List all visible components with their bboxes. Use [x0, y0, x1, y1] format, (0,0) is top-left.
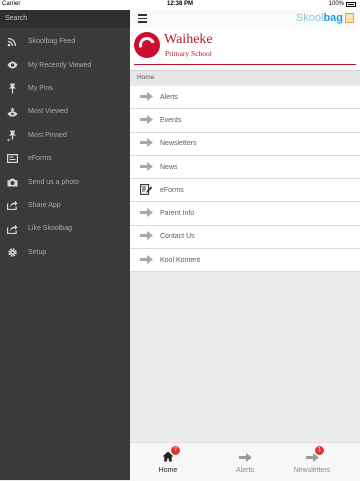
- menu-item-label: Parent Info: [160, 210, 195, 218]
- home-menu-list: Alerts Events Newsletters News eForms Pa…: [130, 86, 360, 273]
- menu-item-label: eForms: [160, 186, 184, 194]
- arrow-right-icon: [140, 231, 154, 242]
- clock: 12:38 PM: [166, 1, 193, 7]
- tab-label: Alerts: [236, 467, 254, 474]
- arrow-right-icon: [140, 161, 154, 173]
- like-icon: [6, 223, 18, 235]
- arrow-right-icon: [140, 91, 154, 103]
- sidebar-item-label: Most Pinned: [28, 131, 67, 139]
- home-icon: [130, 451, 206, 465]
- sidebar-item-setup[interactable]: Setup: [0, 241, 130, 264]
- menu-item-eforms[interactable]: eForms: [130, 179, 360, 203]
- top-bar: Skool bag: [130, 10, 360, 29]
- menu-item-contact-us[interactable]: Contact Us: [130, 225, 360, 250]
- menu-item-label: News: [160, 163, 178, 171]
- tab-newsletters[interactable]: Newsletters 1: [274, 443, 350, 481]
- form-icon: [6, 153, 18, 165]
- eye-star-icon: [6, 106, 18, 118]
- arrow-right-icon: [207, 451, 283, 465]
- sidebar-item-label: Setup: [28, 248, 47, 256]
- sidebar-item-share-app[interactable]: Share App: [0, 194, 130, 217]
- sidebar-item-label: Send us a photo: [28, 178, 79, 186]
- status-bar: Carrier 12:38 PM 100%: [0, 0, 360, 10]
- sidebar-item-send-photo[interactable]: Send us a photo: [0, 170, 130, 193]
- school-banner: Waiheke Primary School: [130, 28, 360, 70]
- menu-item-label: Newsletters: [160, 140, 197, 148]
- sidebar: Search Skoolbag Feed My Recently Viewed …: [0, 10, 130, 480]
- bag-icon: [345, 13, 354, 23]
- eye-icon: [6, 59, 18, 71]
- brand-suffix: bag: [323, 12, 343, 24]
- menu-item-label: Alerts: [160, 93, 178, 101]
- arrow-right-icon: [140, 114, 154, 126]
- sidebar-item-label: Most Viewed: [28, 108, 68, 116]
- skoolbag-logo: Skool bag: [296, 12, 354, 24]
- hamburger-menu-icon[interactable]: [138, 14, 147, 23]
- school-subtitle: Primary School: [165, 49, 212, 58]
- menu-item-newsletters[interactable]: Newsletters: [130, 132, 360, 156]
- sidebar-item-most-pinned[interactable]: Most Pinned: [0, 124, 130, 147]
- menu-item-events[interactable]: Events: [130, 109, 360, 133]
- pin-star-icon: [6, 129, 18, 141]
- sidebar-item-label: Skoolbag Feed: [28, 38, 76, 46]
- notification-badge: 1: [315, 446, 324, 455]
- arrow-right-icon: [140, 138, 154, 149]
- tab-label: Home: [158, 467, 178, 474]
- battery-percent: 100%: [328, 1, 344, 7]
- pin-icon: [6, 82, 18, 94]
- battery-indicator: 100%: [329, 1, 356, 7]
- sidebar-item-skoolbag-feed[interactable]: Skoolbag Feed: [0, 30, 130, 53]
- tab-alerts[interactable]: Alerts: [207, 443, 283, 481]
- main-content: Skool bag Waiheke Primary School Home Ale…: [130, 10, 360, 481]
- menu-item-news[interactable]: News: [130, 155, 360, 180]
- arrow-right-icon: [140, 254, 154, 266]
- menu-item-alerts[interactable]: Alerts: [130, 86, 360, 110]
- menu-item-label: Contact Us: [160, 233, 195, 241]
- sidebar-item-label: My Pins: [28, 84, 53, 92]
- sidebar-item-my-pins[interactable]: My Pins: [0, 77, 130, 100]
- share-icon: [6, 199, 18, 211]
- sidebar-item-like-skoolbag[interactable]: Like Skoolbag: [0, 217, 130, 240]
- sidebar-item-label: eForms: [28, 155, 52, 163]
- form-edit-icon: [140, 183, 154, 197]
- rss-icon: [6, 36, 18, 48]
- menu-item-kool-kontent[interactable]: Kool Kontent: [130, 249, 360, 273]
- breadcrumb: Home: [130, 70, 360, 83]
- arrow-right-icon: [140, 208, 154, 219]
- sidebar-item-label: My Recently Viewed: [28, 61, 92, 69]
- menu-item-parent-info[interactable]: Parent Info: [130, 202, 360, 226]
- camera-icon: [6, 176, 18, 188]
- tab-home[interactable]: Home 7: [130, 443, 206, 481]
- sidebar-item-label: Like Skoolbag: [28, 225, 72, 233]
- bottom-tab-bar: Home 7 Alerts Newsletters 1: [130, 442, 360, 481]
- banner-divider: [134, 64, 356, 65]
- battery-icon: [346, 1, 356, 7]
- menu-item-label: Events: [160, 116, 182, 124]
- sidebar-menu: Skoolbag Feed My Recently Viewed My Pins…: [0, 30, 130, 264]
- arrow-right-icon: [274, 451, 350, 465]
- notification-badge: 7: [171, 446, 180, 455]
- school-name: Waiheke: [164, 32, 213, 47]
- sidebar-item-label: Share App: [28, 201, 61, 209]
- sidebar-item-most-viewed[interactable]: Most Viewed: [0, 100, 130, 123]
- sidebar-item-eforms[interactable]: eForms: [0, 147, 130, 170]
- sidebar-item-recently-viewed[interactable]: My Recently Viewed: [0, 53, 130, 76]
- gear-icon: [6, 246, 18, 258]
- sidebar-search[interactable]: Search: [0, 10, 130, 28]
- school-logo-icon: [134, 32, 160, 58]
- menu-item-label: Kool Kontent: [160, 256, 201, 264]
- brand-prefix: Skool: [295, 12, 324, 24]
- tab-label: Newsletters: [293, 467, 331, 474]
